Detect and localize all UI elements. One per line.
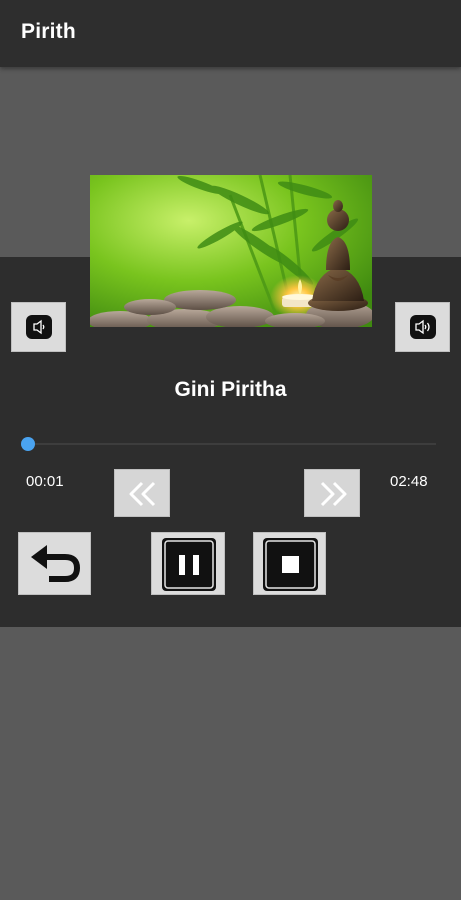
double-chevron-left-icon: [129, 481, 156, 507]
fast-forward-button[interactable]: [304, 469, 360, 517]
double-chevron-right-icon: [320, 481, 347, 507]
app-bar: Pirith: [0, 0, 461, 67]
volume-up-button[interactable]: [395, 302, 450, 352]
track-title: Gini Piritha: [174, 378, 287, 401]
seek-bar[interactable]: [26, 443, 436, 445]
buddha-statue-candle-image: [90, 175, 372, 327]
app-title: Pirith: [21, 20, 76, 43]
pause-button[interactable]: [151, 532, 225, 595]
pause-icon: [162, 538, 216, 591]
stop-icon: [263, 538, 318, 591]
back-button[interactable]: [18, 532, 91, 595]
album-artwork: [90, 175, 372, 327]
volume-down-button[interactable]: [11, 302, 66, 352]
stop-button[interactable]: [253, 532, 326, 595]
rewind-button[interactable]: [114, 469, 170, 517]
current-time: 00:01: [26, 473, 64, 490]
total-time: 02:48: [390, 473, 428, 490]
volume-up-icon: [410, 315, 436, 339]
volume-down-icon: [26, 315, 52, 339]
undo-arrow-icon: [31, 545, 81, 582]
